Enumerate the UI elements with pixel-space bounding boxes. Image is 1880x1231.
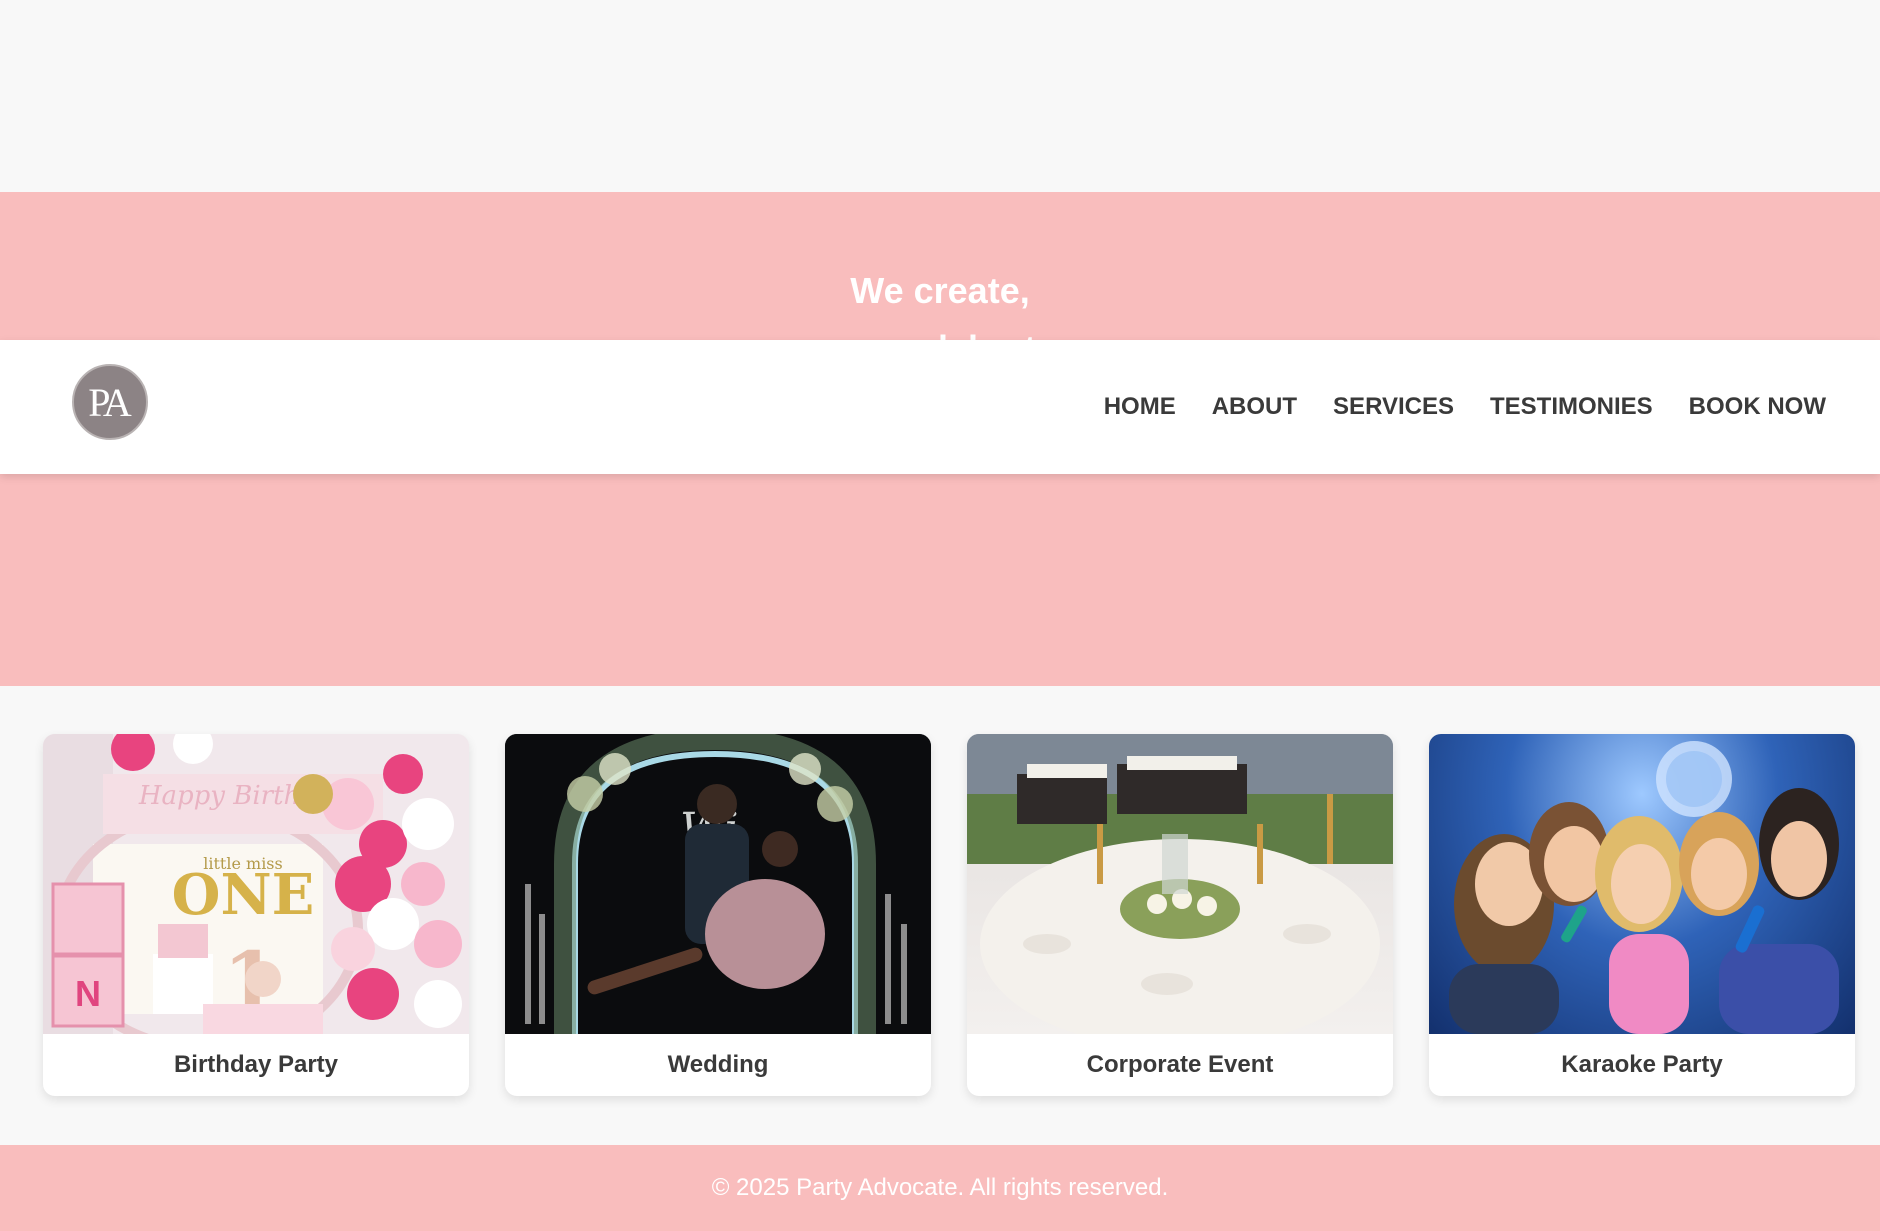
logo[interactable]: PA (72, 364, 148, 440)
service-card-label: Corporate Event (1086, 1051, 1274, 1078)
nav-book-now-link[interactable]: BOOK NOW (1689, 393, 1826, 421)
corporate-event-image (967, 734, 1393, 1034)
corporate-illustration (967, 734, 1393, 1034)
service-card-label: Wedding (667, 1051, 769, 1078)
svg-text:N: N (75, 973, 101, 1014)
wedding-image: Wi (505, 734, 931, 1034)
service-card-birthday[interactable]: Happy Birthday little miss ONE N Birthda… (43, 734, 469, 1096)
service-card-karaoke[interactable]: Karaoke Party (1429, 734, 1855, 1096)
service-card-label: Birthday Party (173, 1051, 339, 1078)
services-cards: Happy Birthday little miss ONE N Birthda… (43, 734, 1855, 1096)
footer: © 2025 Party Advocate. All rights reserv… (0, 1145, 1880, 1231)
service-card-wedding[interactable]: Wi Wedding (505, 734, 931, 1096)
service-card-label: Karaoke Party (1561, 1051, 1723, 1078)
nav-links: HOME ABOUT SERVICES TESTIMONIES BOOK NOW (1104, 340, 1826, 474)
birthday-party-image: Happy Birthday little miss ONE N (43, 734, 469, 1034)
service-card-corporate[interactable]: Corporate Event (967, 734, 1393, 1096)
nav-services-link[interactable]: SERVICES (1333, 393, 1454, 421)
nav-testimonies-link[interactable]: TESTIMONIES (1490, 393, 1653, 421)
nav-about-link[interactable]: ABOUT (1212, 393, 1297, 421)
navbar: PA HOME ABOUT SERVICES TESTIMONIES BOOK … (0, 340, 1880, 474)
footer-copyright: © 2025 Party Advocate. All rights reserv… (711, 1174, 1169, 1201)
svg-text:ONE: ONE (172, 862, 315, 928)
karaoke-party-image (1429, 734, 1855, 1034)
nav-home-link[interactable]: HOME (1104, 393, 1176, 421)
birthday-illustration: Happy Birthday little miss ONE N (43, 734, 469, 1034)
top-blank-area (0, 0, 1880, 192)
wedding-illustration: Wi (505, 734, 931, 1034)
logo-text: PA (88, 379, 132, 425)
hero-line-1: We create, (850, 270, 1030, 311)
karaoke-illustration (1449, 741, 1839, 1034)
